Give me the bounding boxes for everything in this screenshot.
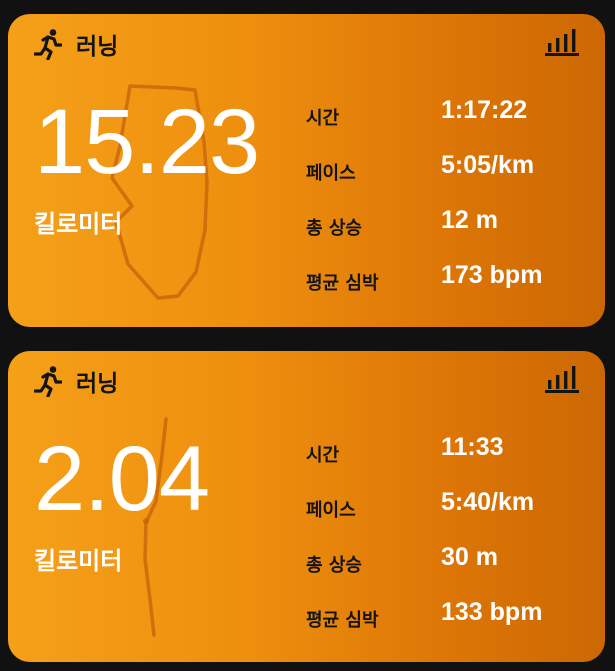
stat-label: 페이스 [306, 500, 356, 521]
stat-avg-heart-rate: 평균 심박 173 bpm [306, 261, 596, 297]
distance-unit: 킬로미터 [34, 210, 123, 238]
stat-pace: 페이스 5:40/km [306, 488, 596, 524]
stat-value: 11:33 [441, 433, 504, 461]
activity-card[interactable]: 러닝 15.23 킬로미터 시간 1:17:22 페이스 5:05/km 총 상… [8, 14, 605, 327]
stat-value: 133 bpm [441, 598, 543, 626]
stat-time: 시간 11:33 [306, 433, 596, 469]
stat-value: 30 m [441, 543, 498, 571]
stat-label: 총 상승 [306, 218, 362, 239]
running-icon [34, 28, 62, 60]
bar-chart-icon[interactable] [545, 28, 579, 56]
stat-time: 시간 1:17:22 [306, 96, 596, 132]
stat-value: 5:40/km [441, 488, 535, 516]
stat-avg-heart-rate: 평균 심박 133 bpm [306, 598, 596, 634]
distance-value: 15.23 [34, 91, 260, 193]
card-header: 러닝 [34, 26, 118, 62]
stat-label: 시간 [306, 108, 340, 129]
activity-type-label: 러닝 [76, 34, 119, 60]
stat-pace: 페이스 5:05/km [306, 151, 596, 187]
stat-label: 평균 심박 [306, 610, 379, 631]
activity-card[interactable]: 러닝 2.04 킬로미터 시간 11:33 페이스 5:40/km 총 상승 3… [8, 351, 605, 662]
stat-value: 1:17:22 [441, 96, 528, 124]
stat-value: 12 m [441, 206, 498, 234]
stat-elevation-gain: 총 상승 30 m [306, 543, 596, 579]
card-header: 러닝 [34, 363, 118, 399]
stat-label: 평균 심박 [306, 273, 379, 294]
activity-type-label: 러닝 [76, 371, 119, 397]
stat-value: 5:05/km [441, 151, 535, 179]
stat-value: 173 bpm [441, 261, 543, 289]
distance-value: 2.04 [34, 428, 210, 530]
stat-label: 총 상승 [306, 555, 362, 576]
stat-elevation-gain: 총 상승 12 m [306, 206, 596, 242]
stat-label: 페이스 [306, 163, 356, 184]
running-icon [34, 365, 62, 397]
stat-label: 시간 [306, 445, 340, 466]
bar-chart-icon[interactable] [545, 365, 579, 393]
distance-unit: 킬로미터 [34, 547, 123, 575]
